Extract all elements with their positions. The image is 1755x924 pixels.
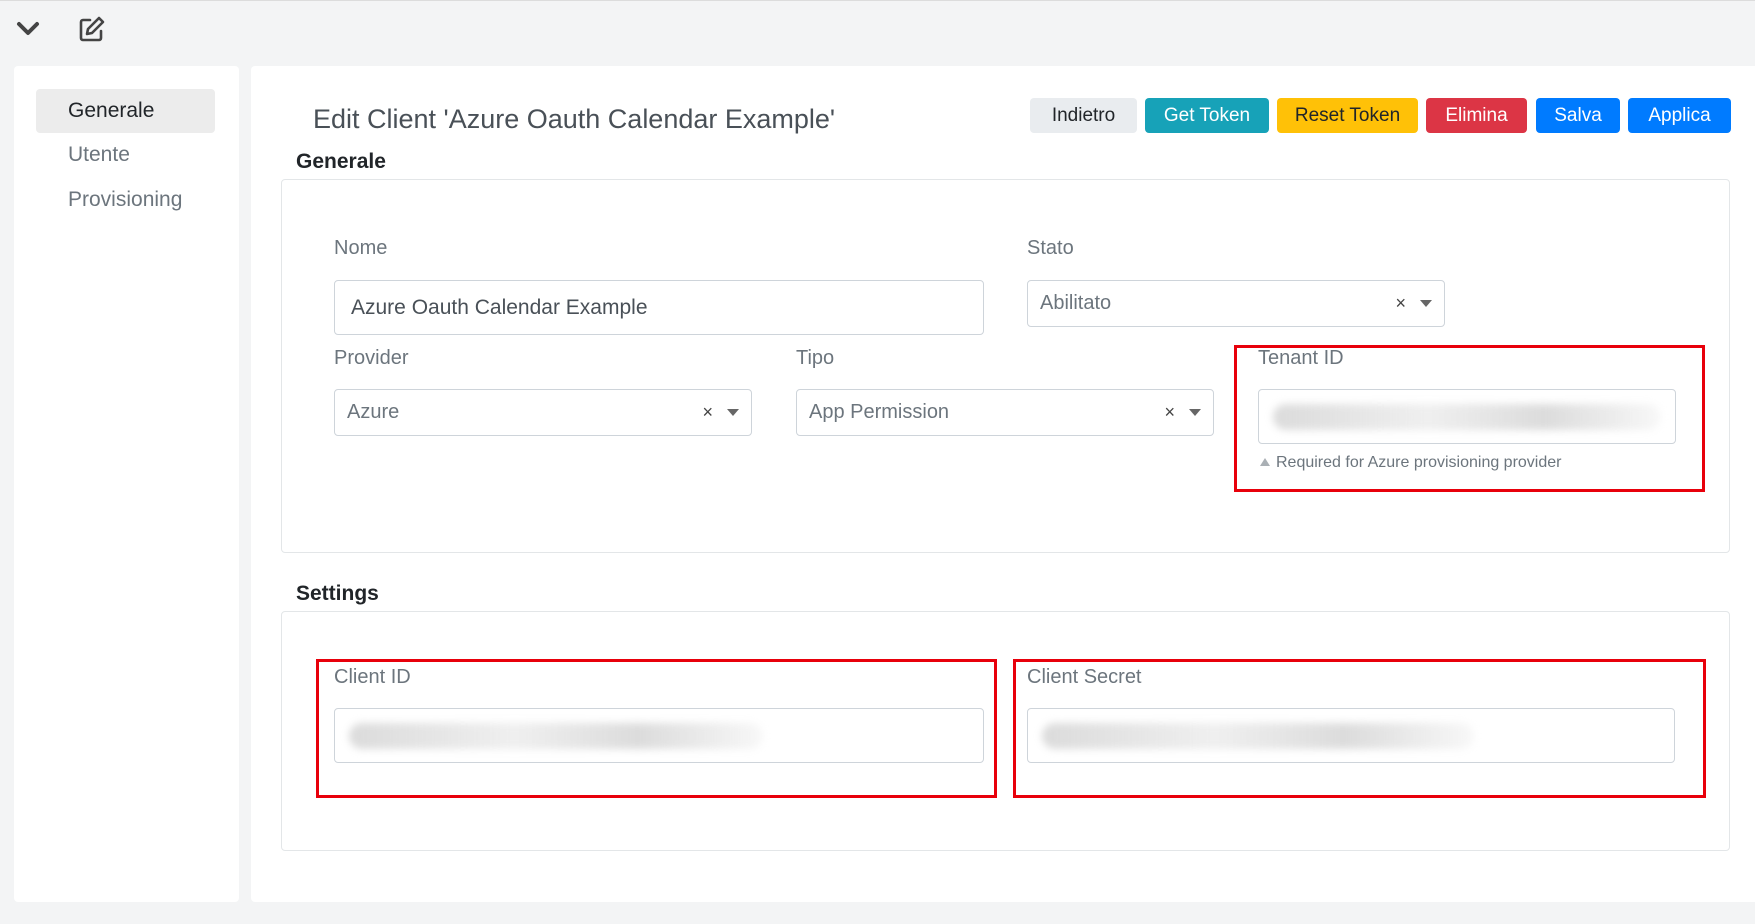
client-id-label: Client ID xyxy=(334,666,411,688)
general-card: Nome Azure Oauth Calendar Example Stato … xyxy=(281,179,1730,553)
get-token-button[interactable]: Get Token xyxy=(1145,98,1269,133)
sidebar-item-utente[interactable]: Utente xyxy=(36,133,215,177)
apply-button[interactable]: Applica xyxy=(1628,98,1731,133)
chevron-down-icon[interactable] xyxy=(12,13,44,45)
provider-label: Provider xyxy=(334,347,409,369)
sidebar-item-provisioning[interactable]: Provisioning xyxy=(36,178,215,222)
provider-clear-icon[interactable]: × xyxy=(702,390,713,435)
status-selected-value: Abilitato xyxy=(1040,292,1112,314)
type-selected-value: App Permission xyxy=(809,401,950,423)
client-secret-label: Client Secret xyxy=(1027,666,1142,688)
tenant-id-input[interactable] xyxy=(1258,389,1676,444)
reset-token-button[interactable]: Reset Token xyxy=(1277,98,1418,133)
status-label: Stato xyxy=(1027,237,1074,259)
name-label: Nome xyxy=(334,237,388,259)
section-title-settings: Settings xyxy=(296,582,379,605)
section-title-generale: Generale xyxy=(296,150,386,173)
redacted-value xyxy=(349,723,763,749)
client-id-input[interactable] xyxy=(334,708,984,763)
sidebar-item-generale[interactable]: Generale xyxy=(36,89,215,133)
type-caret-icon[interactable] xyxy=(1189,409,1201,416)
type-label: Tipo xyxy=(796,347,835,369)
back-button[interactable]: Indietro xyxy=(1030,98,1137,133)
page-title: Edit Client 'Azure Oauth Calendar Exampl… xyxy=(313,104,836,134)
provider-selected-value: Azure xyxy=(347,401,400,423)
provider-caret-icon[interactable] xyxy=(727,409,739,416)
status-select[interactable]: Abilitato × xyxy=(1027,280,1445,327)
settings-card: Client ID Client Secret xyxy=(281,611,1730,851)
status-caret-icon[interactable] xyxy=(1420,300,1432,307)
name-input[interactable]: Azure Oauth Calendar Example xyxy=(334,280,984,335)
provider-select[interactable]: Azure × xyxy=(334,389,752,436)
tenant-id-help-text: Required for Azure provisioning provider xyxy=(1276,454,1562,471)
save-button[interactable]: Salva xyxy=(1536,98,1620,133)
delete-button[interactable]: Elimina xyxy=(1426,98,1527,133)
warning-triangle-icon xyxy=(1260,458,1270,466)
type-select[interactable]: App Permission × xyxy=(796,389,1214,436)
top-toolbar xyxy=(0,0,1755,64)
client-secret-input[interactable] xyxy=(1027,708,1675,763)
tenant-id-label: Tenant ID xyxy=(1258,347,1344,369)
status-clear-icon[interactable]: × xyxy=(1395,281,1406,326)
redacted-value xyxy=(1273,404,1661,430)
tenant-id-help: Required for Azure provisioning provider xyxy=(1260,454,1561,472)
main-panel: Edit Client 'Azure Oauth Calendar Exampl… xyxy=(251,66,1755,902)
redacted-value xyxy=(1042,723,1474,749)
edit-icon[interactable] xyxy=(76,13,108,45)
type-clear-icon[interactable]: × xyxy=(1164,390,1175,435)
sidebar: Generale Utente Provisioning xyxy=(14,66,239,902)
